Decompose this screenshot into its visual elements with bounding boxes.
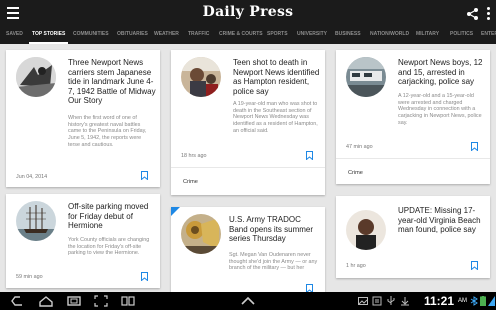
download-icon [401,297,409,306]
tab-traffic[interactable]: TRAFFIC [188,28,209,44]
story-summary: A 12-year-old and a 15-year-old were arr… [398,93,482,126]
story-thumbnail [16,201,56,241]
story-summary: Sgt. Megan Van Oudenaren never thought s… [229,252,318,272]
card-divider [336,158,490,159]
tab-obituaries[interactable]: OBITUARIES [117,28,148,44]
usb-icon [387,296,395,305]
story-thumbnail [346,210,386,250]
share-icon[interactable] [465,6,481,22]
home-icon[interactable] [38,295,54,307]
story-timestamp: 47 min ago [346,144,373,150]
story-headline[interactable]: Off-site parking moved for Friday debut … [68,202,156,231]
bookmark-icon[interactable] [306,151,313,160]
story-thumbnail [181,57,221,97]
tab-saved[interactable]: SAVED [6,28,23,44]
story-card[interactable]: Three Newport News carriers stem Japanes… [6,50,160,187]
app-logo: Daily Press [202,4,294,20]
signal-icon [488,296,495,306]
back-icon[interactable] [10,295,26,307]
story-headline[interactable]: UPDATE: Missing 17-year-old Virginia Bea… [398,206,486,235]
bookmark-icon[interactable] [306,284,313,292]
story-summary: When the first word of one of history's … [68,115,147,148]
story-headline[interactable]: U.S. Army TRADOC Band opens its summer s… [229,215,321,244]
chevron-up-icon[interactable] [240,295,256,307]
story-card[interactable]: Off-site parking moved for Friday debut … [6,194,160,288]
story-headline[interactable]: Teen shot to death in Newport News ident… [233,58,321,96]
story-timestamp: 1 hr ago [346,263,366,269]
status-ampm: AM [458,298,467,304]
card-divider [171,167,325,168]
story-card[interactable]: U.S. Army TRADOC Band opens its summer s… [171,207,325,292]
story-thumbnail [16,57,56,97]
bookmark-icon[interactable] [141,272,148,281]
tab-sports[interactable]: SPORTS [267,28,288,44]
story-section[interactable]: Crime [183,179,198,185]
story-summary: York County officials are changing the l… [68,237,150,257]
tab-communities[interactable]: COMMUNITIES [73,28,109,44]
story-card[interactable]: UPDATE: Missing 17-year-old Virginia Bea… [336,196,490,278]
story-headline[interactable]: Newport News boys, 12 and 15, arrested i… [398,58,486,87]
tab-weather[interactable]: WEATHER [154,28,179,44]
gallery-notification-icon [358,297,368,305]
story-card[interactable]: Newport News boys, 12 and 15, arrested i… [336,50,490,184]
section-tabs: SAVED TOP STORIES COMMUNITIES OBITUARIES… [0,28,496,44]
multi-window-icon[interactable] [121,295,135,307]
bookmark-icon[interactable] [141,171,148,180]
tab-top-stories[interactable]: TOP STORIES [29,28,69,44]
app-bar: Daily Press [0,0,496,28]
tab-enter[interactable]: ENTER [481,28,496,44]
bookmark-icon[interactable] [471,142,478,151]
story-thumbnail [346,57,386,97]
story-thumbnail [181,214,221,254]
story-timestamp: 59 min ago [16,274,43,280]
story-headline[interactable]: Three Newport News carriers stem Japanes… [68,58,156,106]
bookmark-icon[interactable] [471,261,478,270]
system-nav-bar: 11:21 AM [0,292,496,310]
overflow-menu-icon[interactable] [485,6,491,22]
screenshot-icon[interactable] [94,295,108,307]
corner-flag [171,207,180,216]
tab-university[interactable]: UNIVERSITY [297,28,327,44]
story-timestamp: 18 hrs ago [181,153,207,159]
story-summary: A 19-year-old man who was shot to death … [233,101,318,134]
tab-military[interactable]: MILITARY [416,28,439,44]
battery-icon [480,296,486,306]
notification-icon [372,296,382,306]
tab-politics[interactable]: POLITICS [450,28,473,44]
status-clock: 11:21 [424,294,455,308]
tab-business[interactable]: BUSINESS [335,28,361,44]
recent-apps-icon[interactable] [66,295,82,307]
story-card[interactable]: Teen shot to death in Newport News ident… [171,50,325,195]
story-timestamp: Jun 04, 2014 [16,174,48,180]
tab-nation-world[interactable]: NATION/WORLD [370,28,409,44]
tab-crime-courts[interactable]: CRIME & COURTS [219,28,263,44]
bluetooth-icon [470,296,478,306]
story-section[interactable]: Crime [348,170,363,176]
